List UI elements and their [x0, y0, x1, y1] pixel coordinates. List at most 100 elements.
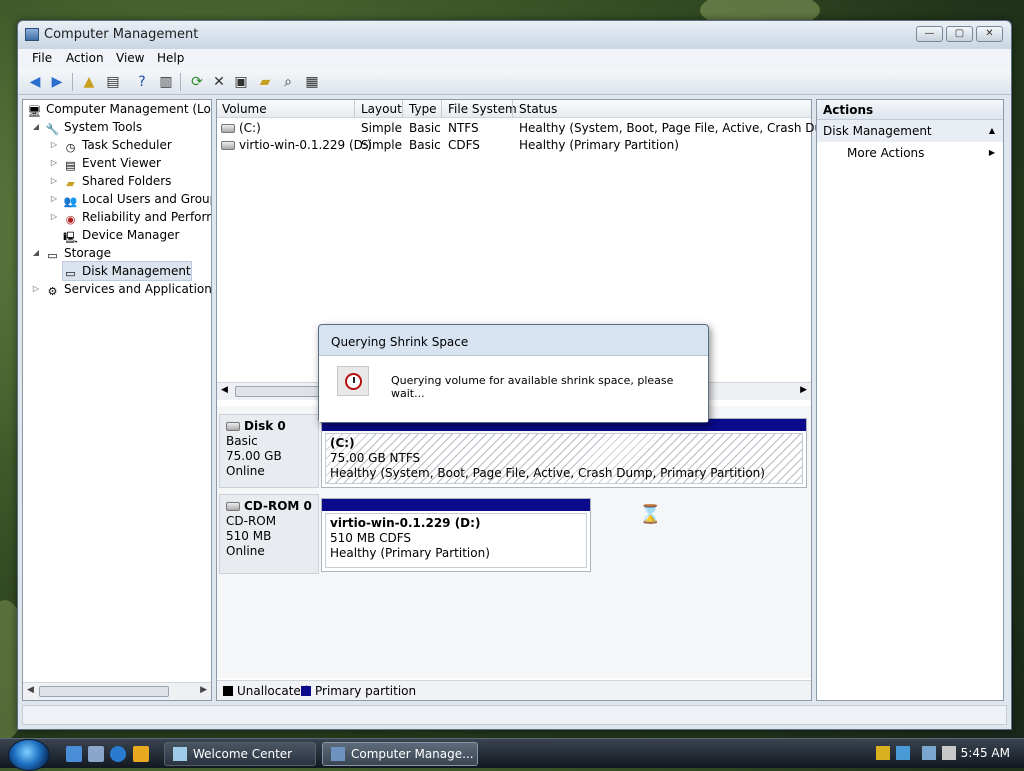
disk-properties-icon[interactable]: ▦ [303, 73, 321, 91]
expand-arrow-icon[interactable]: ▷ [49, 176, 59, 185]
network-icon[interactable] [922, 746, 936, 760]
menu-help[interactable]: Help [157, 51, 184, 65]
column-layout[interactable]: Layout [361, 102, 402, 116]
tree-item-disk-management[interactable]: ▭ Disk Management [62, 261, 192, 281]
open-folder-icon[interactable]: ▰ [256, 73, 274, 91]
tree-item-task-scheduler[interactable]: ◷ Task Scheduler [63, 136, 172, 154]
type-cell: Basic [409, 138, 441, 152]
column-divider[interactable] [441, 100, 442, 118]
tree-item-computer-management[interactable]: 🖥 Computer Management (Local [27, 100, 212, 118]
status-cell: Healthy (Primary Partition) [519, 138, 679, 152]
media-player-icon[interactable] [133, 746, 149, 762]
tools-icon: 🔧 [45, 123, 60, 136]
actions-section-disk-management[interactable]: Disk Management ▲ [817, 120, 1003, 142]
tree-item-label: Computer Management (Local [46, 102, 212, 116]
menu-file[interactable]: File [32, 51, 52, 65]
internet-explorer-icon[interactable] [110, 746, 126, 762]
partition-name: virtio-win-0.1.229 (D:) [330, 516, 481, 530]
tree-item-label: Storage [64, 246, 111, 260]
delete-icon[interactable]: ✕ [210, 73, 228, 91]
forward-icon[interactable]: ▶ [48, 73, 66, 91]
collapse-up-icon[interactable]: ▲ [989, 120, 995, 142]
tree-item-reliability-performance[interactable]: ◉ Reliability and Performa [63, 208, 211, 226]
more-actions-label: More Actions [847, 146, 925, 160]
show-hide-tree-icon[interactable]: ▤ [104, 73, 122, 91]
partition-d[interactable]: virtio-win-0.1.229 (D:) 510 MB CDFS Heal… [321, 498, 591, 572]
scrollbar-thumb[interactable] [39, 686, 169, 697]
scroll-left-icon[interactable]: ◀ [221, 385, 228, 395]
hard-disk-icon [226, 422, 240, 431]
collapse-arrow-icon[interactable]: ◢ [31, 248, 41, 257]
disk-state: Online [226, 464, 265, 478]
collapse-arrow-icon[interactable]: ◢ [31, 122, 41, 131]
more-actions-item[interactable]: More Actions ▶ [817, 142, 1003, 164]
cdrom-0-label[interactable]: CD-ROM 0 CD-ROM 510 MB Online [219, 494, 319, 574]
volume-row[interactable]: (C:) Simple Basic NTFS Healthy (System, … [217, 121, 856, 138]
minimize-button[interactable]: — [916, 26, 943, 42]
windows-update-icon[interactable] [896, 746, 910, 760]
expand-arrow-icon[interactable]: ▷ [49, 212, 59, 221]
column-type[interactable]: Type [409, 102, 437, 116]
column-divider[interactable] [512, 100, 513, 118]
tree-item-system-tools[interactable]: 🔧 System Tools [45, 118, 142, 136]
close-button[interactable]: ✕ [976, 26, 1003, 42]
disk-kind: Basic [226, 434, 258, 448]
expand-arrow-icon[interactable]: ▷ [31, 284, 41, 293]
tree-item-event-viewer[interactable]: ▤ Event Viewer [63, 154, 161, 172]
fs-cell: CDFS [448, 138, 480, 152]
partition-c[interactable]: (C:) 75.00 GB NTFS Healthy (System, Boot… [321, 418, 807, 488]
volume-row[interactable]: virtio-win-0.1.229 (D:) Simple Basic CDF… [217, 138, 811, 155]
clock-icon [337, 366, 369, 396]
title-bar[interactable]: Computer Management — ▢ ✕ [18, 21, 1011, 49]
menu-view[interactable]: View [116, 51, 144, 65]
menu-action[interactable]: Action [66, 51, 104, 65]
disk-0-label[interactable]: Disk 0 Basic 75.00 GB Online [219, 414, 319, 488]
taskbar-button-welcome-center[interactable]: Welcome Center [164, 742, 316, 766]
column-divider[interactable] [402, 100, 403, 118]
column-divider[interactable] [354, 100, 355, 118]
search-icon[interactable]: ⌕ [279, 73, 297, 91]
start-button[interactable] [8, 739, 50, 771]
tree-item-local-users-groups[interactable]: 👥 Local Users and Groups [63, 190, 211, 208]
scroll-right-icon[interactable]: ▶ [800, 385, 807, 395]
switch-windows-icon[interactable] [88, 746, 104, 762]
column-status[interactable]: Status [519, 102, 557, 116]
clock-icon: ◷ [65, 141, 76, 154]
properties-icon[interactable]: ▣ [232, 73, 250, 91]
tree-horizontal-scrollbar[interactable]: ◀ ▶ [23, 682, 211, 700]
taskbar-clock[interactable]: 5:45 AM [961, 746, 1010, 760]
disk-state: Online [226, 544, 265, 558]
security-shield-icon[interactable] [876, 746, 890, 760]
volume-list-header: Volume Layout Type File System Status [217, 100, 811, 118]
expand-arrow-icon[interactable]: ▷ [49, 158, 59, 167]
tree-item-label: Services and Applications [64, 282, 212, 296]
expand-arrow-icon[interactable]: ▷ [49, 194, 59, 203]
column-volume[interactable]: Volume [222, 102, 267, 116]
computer-management-icon [25, 28, 39, 41]
taskbar-button-computer-management[interactable]: Computer Manage... [322, 742, 478, 766]
tree-item-shared-folders[interactable]: ▰ Shared Folders [63, 172, 171, 190]
help-icon[interactable]: ? [133, 73, 151, 91]
up-folder-icon[interactable]: ▲ [80, 73, 98, 91]
scroll-right-icon[interactable]: ▶ [200, 685, 207, 695]
expand-arrow-icon[interactable]: ▷ [49, 140, 59, 149]
tree-item-storage[interactable]: ▭ Storage [45, 244, 111, 262]
show-hide-action-pane-icon[interactable]: ▥ [157, 73, 175, 91]
back-icon[interactable]: ◀ [26, 73, 44, 91]
tree-item-services-applications[interactable]: ⚙ Services and Applications [45, 280, 212, 298]
volume-muted-icon[interactable] [942, 746, 956, 760]
disk-0-title: Disk 0 [226, 419, 312, 434]
show-desktop-icon[interactable] [66, 746, 82, 762]
cd-drive-icon [226, 502, 240, 511]
maximize-button[interactable]: ▢ [946, 26, 973, 42]
scroll-left-icon[interactable]: ◀ [27, 685, 34, 695]
refresh-icon[interactable]: ⟳ [188, 73, 206, 91]
volume-name: virtio-win-0.1.229 (D:) [239, 138, 372, 152]
toolbar-separator [180, 73, 181, 91]
tree-item-device-manager[interactable]: 🖳 Device Manager [63, 226, 179, 244]
disk-graphical-view: Disk 0 Basic 75.00 GB Online (C:) 75.00 … [217, 406, 811, 678]
column-file-system[interactable]: File System [448, 102, 517, 116]
tree-item-label: Device Manager [82, 228, 180, 242]
layout-cell: Simple [361, 138, 402, 152]
dialog-message: Querying volume for available shrink spa… [391, 374, 674, 400]
